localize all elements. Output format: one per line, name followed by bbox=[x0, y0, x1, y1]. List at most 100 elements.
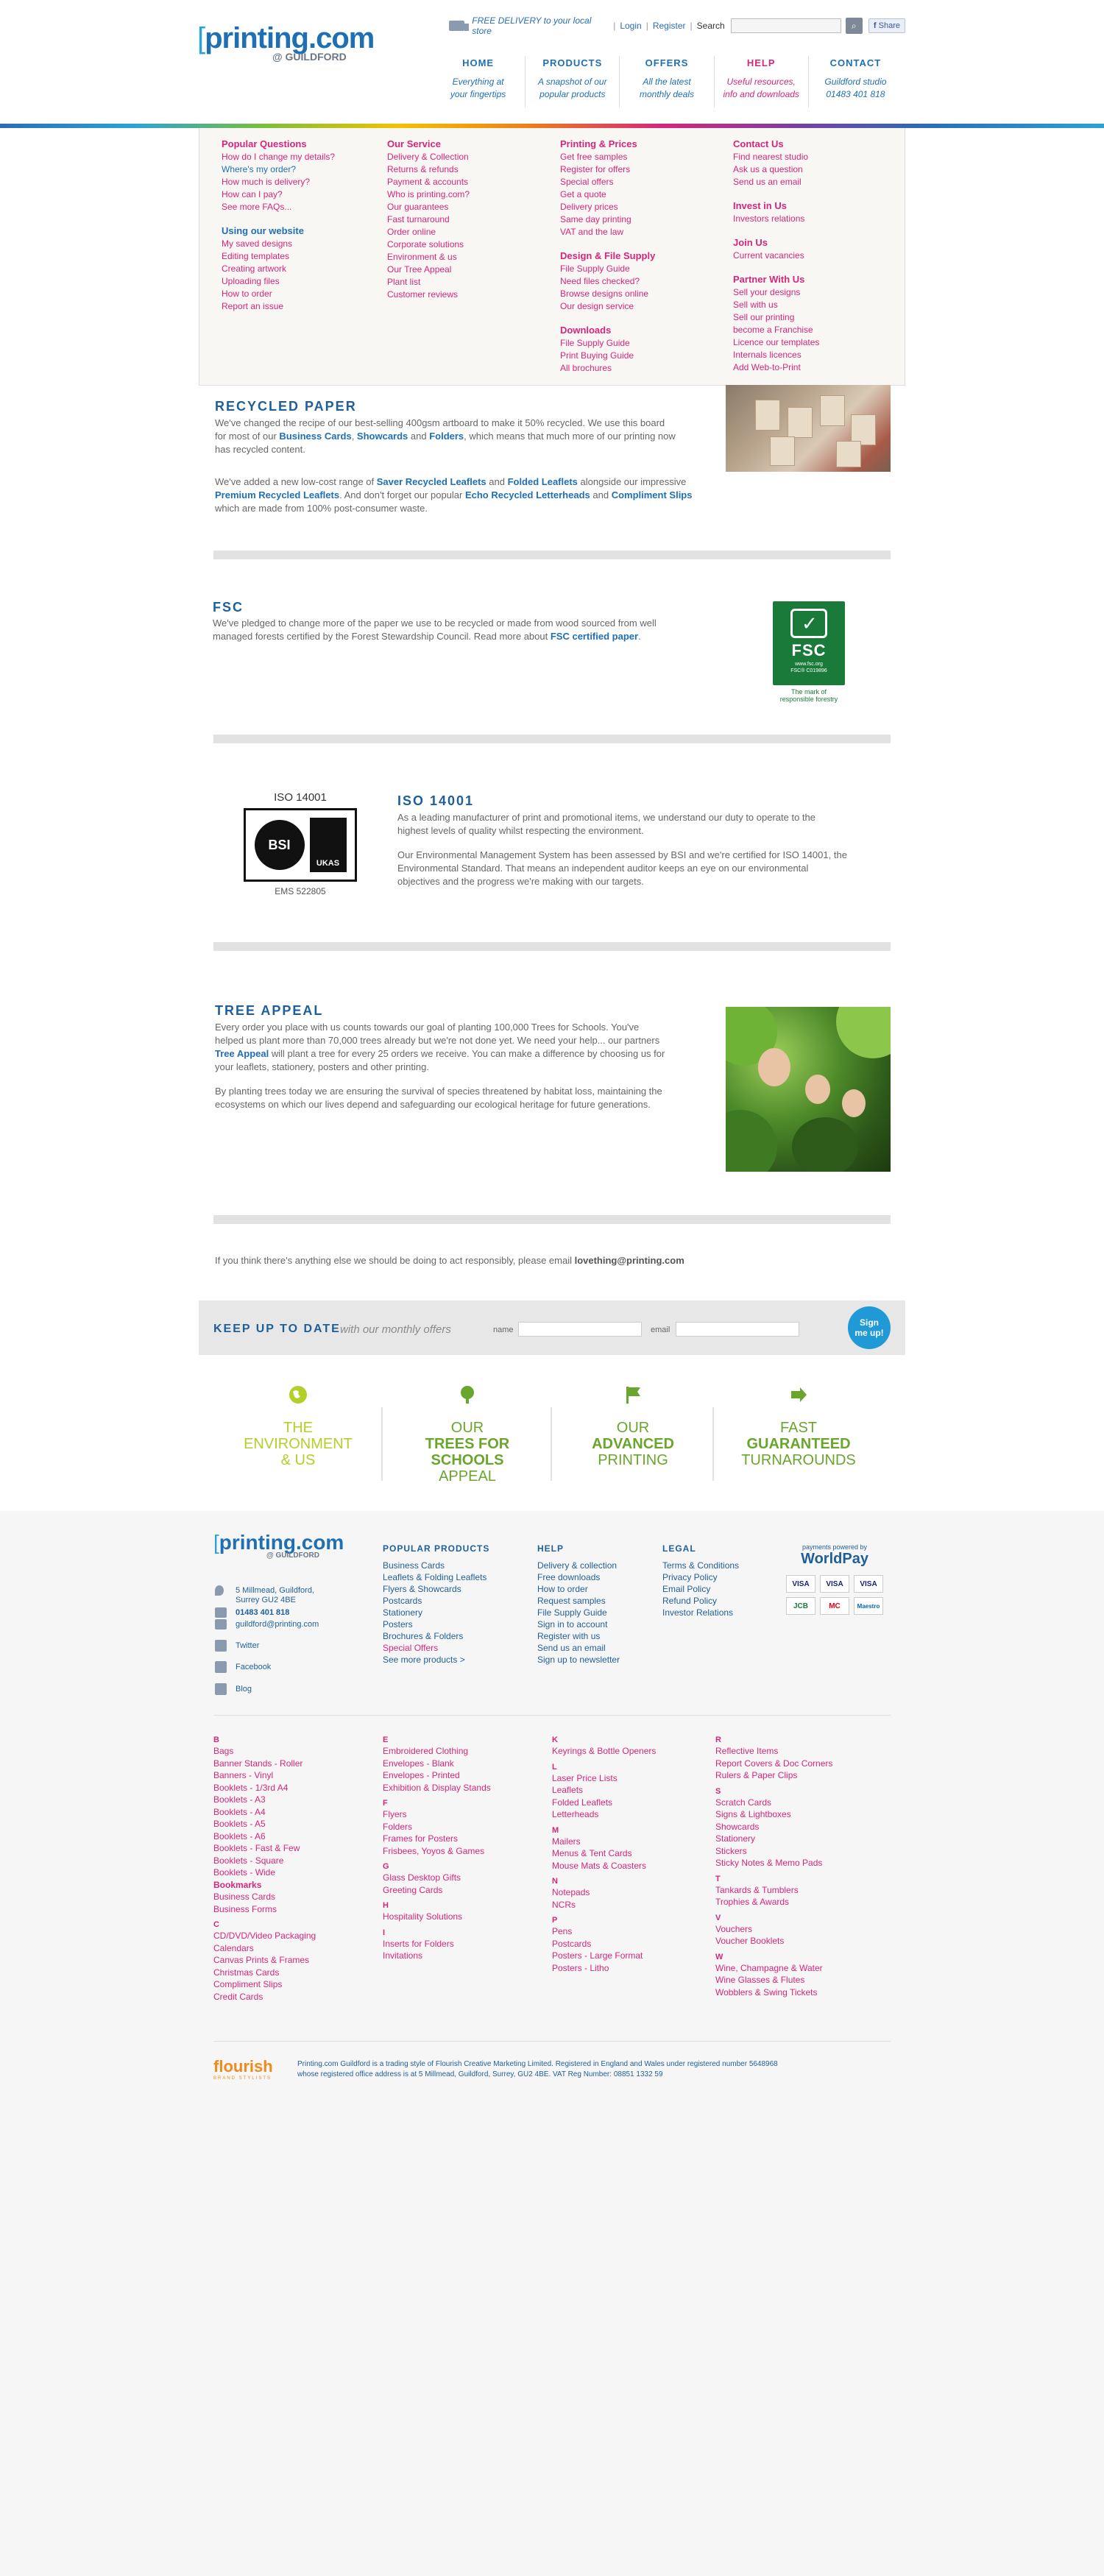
footer-link[interactable]: Refund Policy bbox=[662, 1595, 773, 1607]
mega-link[interactable]: Send us an email bbox=[733, 176, 888, 188]
footer-link[interactable]: Send us an email bbox=[537, 1642, 655, 1654]
nav-products[interactable]: PRODUCTS A snapshot of our popular produ… bbox=[525, 56, 619, 107]
link-tree-appeal[interactable]: Tree Appeal bbox=[215, 1048, 269, 1059]
mega-link[interactable]: Plant list bbox=[387, 276, 534, 289]
az-product-link[interactable]: Letterheads bbox=[552, 1808, 707, 1821]
free-delivery-link[interactable]: FREE DELIVERY to your local store bbox=[472, 15, 609, 36]
az-product-link[interactable]: Business Forms bbox=[213, 1903, 368, 1916]
az-product-link[interactable]: Showcards bbox=[715, 1821, 870, 1833]
mega-link[interactable]: Our guarantees bbox=[387, 201, 534, 213]
footer-facebook[interactable]: Facebook bbox=[215, 1661, 271, 1673]
az-product-link[interactable]: Exhibition & Display Stands bbox=[383, 1782, 537, 1794]
search-input[interactable] bbox=[730, 18, 841, 33]
link-fsc-paper[interactable]: FSC certified paper bbox=[551, 631, 638, 642]
link-folded-leaflets[interactable]: Folded Leaflets bbox=[508, 476, 578, 487]
az-product-link[interactable]: Envelopes - Printed bbox=[383, 1769, 537, 1782]
az-product-link[interactable]: Menus & Tent Cards bbox=[552, 1847, 707, 1860]
mega-link[interactable]: Licence our templates bbox=[733, 336, 888, 349]
az-product-link[interactable]: Keyrings & Bottle Openers bbox=[552, 1745, 707, 1758]
sign-me-up-button[interactable]: Sign me up! bbox=[848, 1306, 891, 1349]
mega-link[interactable]: Customer reviews bbox=[387, 289, 534, 301]
mega-link[interactable]: Current vacancies bbox=[733, 250, 888, 262]
footer-link[interactable]: File Supply Guide bbox=[537, 1607, 655, 1618]
az-product-link[interactable]: Hospitality Solutions bbox=[383, 1911, 537, 1923]
footer-link[interactable]: Privacy Policy bbox=[662, 1571, 773, 1583]
footer-link[interactable]: Leaflets & Folding Leaflets bbox=[383, 1571, 530, 1583]
footer-link[interactable]: Postcards bbox=[383, 1595, 530, 1607]
link-showcards[interactable]: Showcards bbox=[357, 431, 408, 442]
link-business-cards[interactable]: Business Cards bbox=[279, 431, 351, 442]
mega-link[interactable]: Editing templates bbox=[222, 250, 369, 263]
nav-offers[interactable]: OFFERS All the latest monthly deals bbox=[619, 56, 713, 107]
az-product-link[interactable]: Calendars bbox=[213, 1942, 368, 1955]
az-product-link[interactable]: Banners - Vinyl bbox=[213, 1769, 368, 1782]
az-product-link[interactable]: Rulers & Paper Clips bbox=[715, 1769, 870, 1782]
mega-link[interactable]: Need files checked? bbox=[560, 275, 722, 288]
footer-link[interactable]: Free downloads bbox=[537, 1571, 655, 1583]
mega-link[interactable]: Sell our printing bbox=[733, 311, 888, 324]
mega-link[interactable]: become a Franchise bbox=[733, 324, 888, 336]
mega-link[interactable]: Delivery prices bbox=[560, 201, 722, 213]
mega-link[interactable]: How to order bbox=[222, 288, 369, 300]
az-product-link[interactable]: Booklets - A3 bbox=[213, 1794, 368, 1806]
footer-twitter[interactable]: Twitter bbox=[215, 1640, 259, 1652]
mega-link[interactable]: Environment & us bbox=[387, 251, 534, 263]
mega-link[interactable]: Delivery & Collection bbox=[387, 151, 534, 163]
mega-link[interactable]: How can I pay? bbox=[222, 188, 369, 201]
mega-link[interactable]: Who is printing.com? bbox=[387, 188, 534, 201]
az-product-link[interactable]: Trophies & Awards bbox=[715, 1896, 870, 1908]
mega-link[interactable]: Same day printing bbox=[560, 213, 722, 226]
facebook-share-button[interactable]: f Share bbox=[868, 18, 905, 33]
feature-fast-turnarounds[interactable]: FAST GUARANTEED TURNAROUNDS bbox=[721, 1385, 876, 1481]
az-product-link[interactable]: Postcards bbox=[552, 1938, 707, 1950]
az-product-link[interactable]: Christmas Cards bbox=[213, 1967, 368, 1979]
az-product-link[interactable]: Stickers bbox=[715, 1845, 870, 1858]
mega-link[interactable]: Print Buying Guide bbox=[560, 350, 722, 362]
footer-link[interactable]: Special Offers bbox=[383, 1642, 530, 1654]
mega-link[interactable]: How do I change my details? bbox=[222, 151, 369, 163]
az-product-link[interactable]: Laser Price Lists bbox=[552, 1772, 707, 1785]
feature-environment[interactable]: THE ENVIRONMENT & US bbox=[221, 1385, 375, 1481]
link-echo-letterheads[interactable]: Echo Recycled Letterheads bbox=[465, 489, 590, 500]
mega-link[interactable]: Fast turnaround bbox=[387, 213, 534, 226]
az-product-link[interactable]: Bookmarks bbox=[213, 1879, 368, 1892]
footer-link[interactable]: Delivery & collection bbox=[537, 1560, 655, 1571]
footer-email[interactable]: guildford@printing.com bbox=[215, 1619, 319, 1630]
feature-trees-for-schools[interactable]: OUR TREES FOR SCHOOLS APPEAL bbox=[390, 1385, 545, 1485]
mega-link[interactable]: Special offers bbox=[560, 176, 722, 188]
az-product-link[interactable]: Booklets - 1/3rd A4 bbox=[213, 1782, 368, 1794]
az-product-link[interactable]: Scratch Cards bbox=[715, 1797, 870, 1809]
mega-link[interactable]: Get free samples bbox=[560, 151, 722, 163]
mega-link[interactable]: Find nearest studio bbox=[733, 151, 888, 163]
footer-link[interactable]: Sign in to account bbox=[537, 1618, 655, 1630]
mega-link[interactable]: Register for offers bbox=[560, 163, 722, 176]
mega-link[interactable]: Investors relations bbox=[733, 213, 888, 225]
footer-link[interactable]: Request samples bbox=[537, 1595, 655, 1607]
mega-link[interactable]: Payment & accounts bbox=[387, 176, 534, 188]
mega-link[interactable]: Where's my order? bbox=[222, 163, 369, 176]
az-product-link[interactable]: Compliment Slips bbox=[213, 1978, 368, 1991]
az-product-link[interactable]: Leaflets bbox=[552, 1784, 707, 1797]
feature-advanced-printing[interactable]: OUR ADVANCED PRINTING bbox=[556, 1385, 710, 1481]
mega-link[interactable]: Get a quote bbox=[560, 188, 722, 201]
az-product-link[interactable]: Signs & Lightboxes bbox=[715, 1808, 870, 1821]
az-product-link[interactable]: Stationery bbox=[715, 1833, 870, 1845]
login-link[interactable]: Login bbox=[620, 21, 641, 31]
mega-link[interactable]: Our Tree Appeal bbox=[387, 263, 534, 276]
az-product-link[interactable]: Banner Stands - Roller bbox=[213, 1758, 368, 1770]
footer-link[interactable]: Investor Relations bbox=[662, 1607, 773, 1618]
az-product-link[interactable]: Frames for Posters bbox=[383, 1833, 537, 1845]
az-product-link[interactable]: Booklets - Fast & Few bbox=[213, 1842, 368, 1855]
az-product-link[interactable]: Booklets - Wide bbox=[213, 1866, 368, 1879]
az-product-link[interactable]: CD/DVD/Video Packaging bbox=[213, 1930, 368, 1942]
az-product-link[interactable]: Greeting Cards bbox=[383, 1884, 537, 1897]
az-product-link[interactable]: Envelopes - Blank bbox=[383, 1758, 537, 1770]
az-product-link[interactable]: Vouchers bbox=[715, 1923, 870, 1936]
footer-link[interactable]: Email Policy bbox=[662, 1583, 773, 1595]
mega-link[interactable]: Ask us a question bbox=[733, 163, 888, 176]
az-product-link[interactable]: Mailers bbox=[552, 1836, 707, 1848]
footer-link[interactable]: How to order bbox=[537, 1583, 655, 1595]
mega-link[interactable]: VAT and the law bbox=[560, 226, 722, 238]
site-logo[interactable]: [printing.com @ GUILDFORD bbox=[197, 22, 375, 81]
mega-link[interactable]: Order online bbox=[387, 226, 534, 238]
